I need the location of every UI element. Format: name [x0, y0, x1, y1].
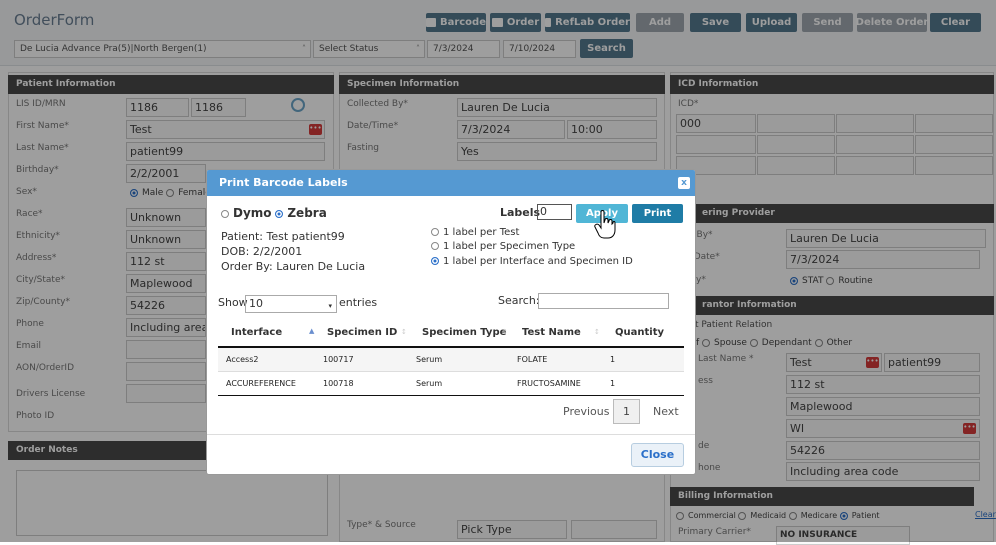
label-option-per-test[interactable]: 1 label per Test [431, 227, 519, 238]
print-barcode-dialog: Print Barcode Labels x Dymo Zebra Labels… [206, 169, 696, 475]
cell-specimen-id: 100717 [323, 355, 354, 364]
patient-dob-text: DOB: 2/2/2001 [221, 245, 303, 258]
cell-quantity: 1 [610, 379, 616, 388]
column-header-quantity[interactable]: Quantity [615, 327, 664, 338]
sort-icon: ↕ [502, 328, 508, 336]
previous-page-button[interactable]: Previous [563, 405, 610, 418]
patient-name-text: Patient: Test patient99 [221, 230, 345, 243]
print-button[interactable]: Print [632, 204, 683, 223]
page-1-button[interactable]: 1 [613, 399, 640, 424]
table-search-input[interactable] [538, 293, 669, 309]
printer-type-radio-group[interactable]: Dymo Zebra [221, 206, 327, 220]
column-header-test-name[interactable]: Test Name [522, 327, 581, 338]
chevron-down-icon: ▾ [328, 302, 332, 310]
radio-selected-icon [431, 257, 439, 265]
labels-count-input[interactable]: 0 [537, 204, 572, 220]
cell-specimen-type: Serum [416, 355, 443, 364]
cell-test-name: FRUCTOSAMINE [517, 379, 581, 388]
cell-specimen-id: 100718 [323, 379, 354, 388]
column-header-specimen-id[interactable]: Specimen ID [327, 327, 397, 338]
next-page-button[interactable]: Next [653, 405, 679, 418]
entries-label: entries [339, 296, 378, 309]
radio-icon [431, 242, 439, 250]
radio-icon [431, 228, 439, 236]
close-x-icon[interactable]: x [678, 177, 690, 189]
column-header-specimen-type[interactable]: Specimen Type [422, 327, 506, 338]
cell-interface: Access2 [226, 355, 259, 364]
sort-asc-icon: ▲ [309, 327, 315, 335]
radio-selected-icon [275, 209, 284, 218]
cell-specimen-type: Serum [416, 379, 443, 388]
cell-test-name: FOLATE [517, 355, 548, 364]
sort-icon: ↕ [401, 328, 407, 336]
dialog-title: Print Barcode Labels [207, 170, 695, 196]
column-header-interface[interactable]: Interface [231, 327, 282, 338]
label-option-per-specimen-type[interactable]: 1 label per Specimen Type [431, 241, 575, 252]
search-label: Search: [498, 294, 540, 307]
show-label: Show [218, 296, 248, 309]
sort-icon: ↕ [594, 328, 600, 336]
footer-divider [207, 434, 695, 435]
label-option-per-interface[interactable]: 1 label per Interface and Specimen ID [431, 256, 633, 267]
radio-icon [221, 209, 229, 218]
close-button[interactable]: Close [631, 443, 684, 467]
cell-quantity: 1 [610, 355, 616, 364]
cell-interface: ACCUREFERENCE [226, 379, 296, 388]
hand-cursor-icon [594, 210, 616, 239]
labels-count-label: Labels [500, 206, 541, 219]
entries-select[interactable]: 10 ▾ [245, 295, 337, 313]
order-by-text: Order By: Lauren De Lucia [221, 260, 366, 273]
